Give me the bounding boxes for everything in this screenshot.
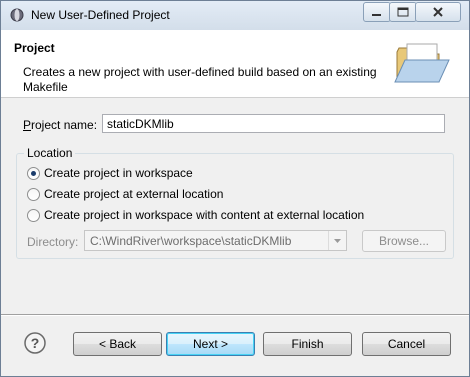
- dialog-window: New User-Defined Project Project Creates…: [0, 0, 470, 377]
- radio-label: Create project at external location: [44, 187, 224, 201]
- minimize-icon: [372, 14, 381, 16]
- folder-icon: [393, 38, 451, 93]
- close-button[interactable]: [415, 2, 461, 22]
- project-name-label: Project name:: [23, 118, 98, 132]
- svg-text:?: ?: [31, 335, 40, 351]
- radio-label: Create project in workspace with content…: [44, 208, 365, 222]
- cancel-button[interactable]: Cancel: [362, 332, 451, 356]
- window-title: New User-Defined Project: [31, 8, 170, 22]
- radio-button-selected[interactable]: [27, 167, 40, 180]
- radio-button[interactable]: [27, 209, 40, 222]
- minimize-button[interactable]: [363, 2, 391, 22]
- directory-label: Directory:: [27, 235, 79, 249]
- title-bar[interactable]: New User-Defined Project: [1, 1, 469, 30]
- close-icon: [433, 7, 443, 17]
- location-group-title: Location: [24, 146, 76, 160]
- directory-combo: C:\WindRiver\workspace\staticDKMlib: [84, 230, 347, 251]
- back-button[interactable]: < Back: [73, 332, 162, 356]
- directory-value: C:\WindRiver\workspace\staticDKMlib: [90, 234, 292, 248]
- maximize-icon: [397, 7, 409, 17]
- chevron-down-icon: [328, 231, 346, 250]
- footer-separator: [1, 314, 469, 316]
- finish-button[interactable]: Finish: [263, 332, 352, 356]
- page-title: Project: [14, 41, 55, 55]
- project-name-input[interactable]: [102, 114, 445, 133]
- browse-button: Browse...: [362, 230, 446, 252]
- help-icon[interactable]: ?: [23, 331, 47, 355]
- next-button[interactable]: Next >: [166, 332, 255, 356]
- maximize-button[interactable]: [389, 2, 417, 22]
- radio-label: Create project in workspace: [44, 166, 193, 180]
- wizard-header: Project Creates a new project with user-…: [1, 30, 469, 98]
- radio-button[interactable]: [27, 188, 40, 201]
- page-description: Creates a new project with user-defined …: [23, 65, 377, 94]
- app-icon: [10, 8, 24, 22]
